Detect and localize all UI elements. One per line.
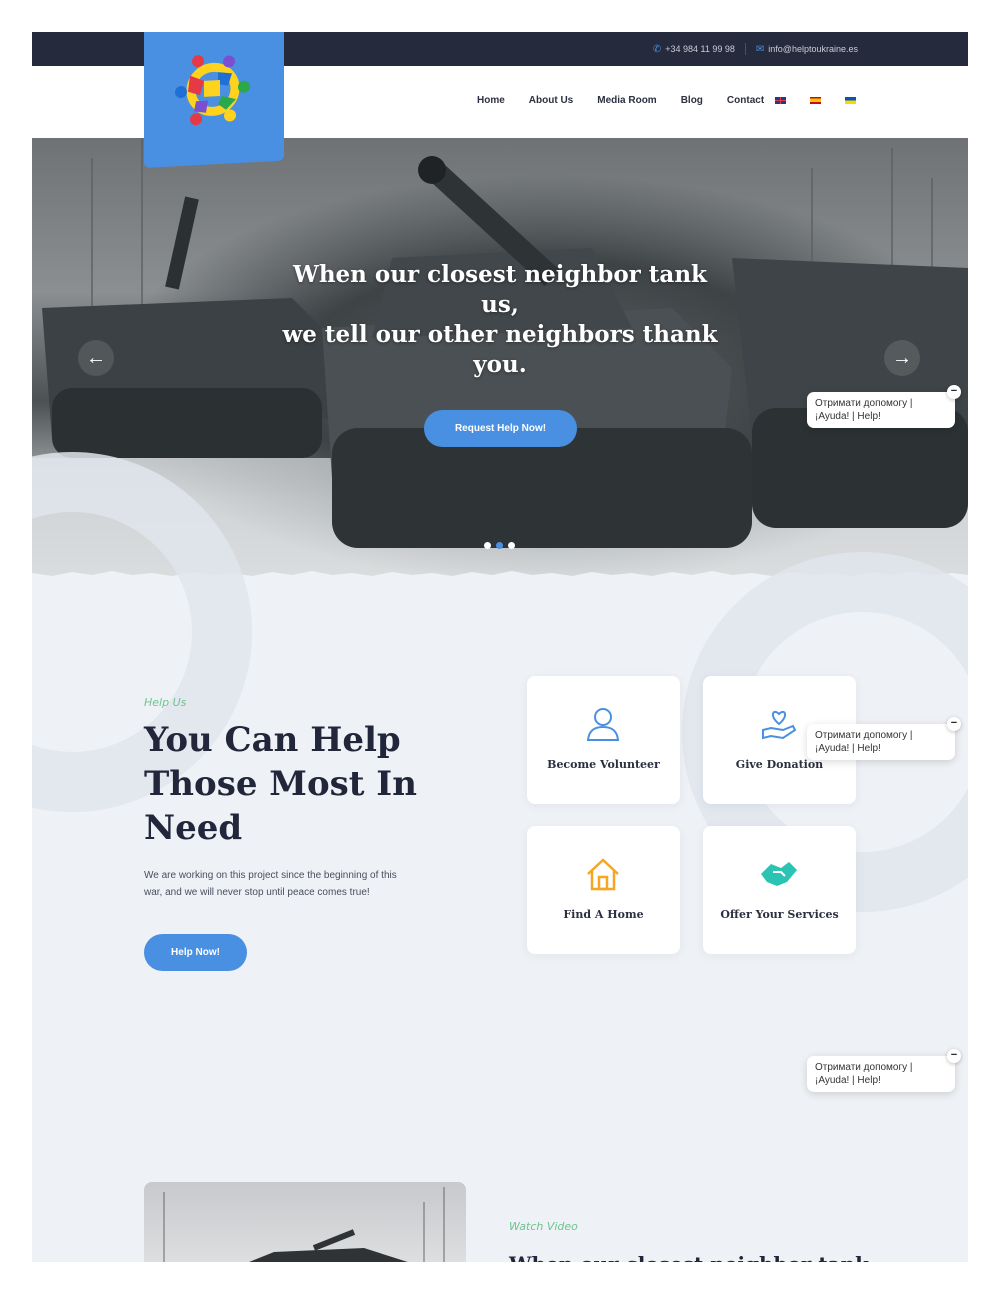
help-chat-widget[interactable]: Отримати допомогу | ¡Ayuda! | Help! −	[807, 385, 961, 428]
flag-ua-icon[interactable]	[845, 97, 856, 104]
handshake-icon	[761, 862, 797, 886]
card-offer-your-services[interactable]: Offer Your Services	[703, 826, 856, 954]
card-find-a-home[interactable]: Find A Home	[527, 826, 680, 954]
video-thumbnail[interactable]	[144, 1182, 466, 1262]
nav-menu: Home About Us Media Room Blog Contact	[477, 95, 764, 106]
divider	[744, 43, 746, 55]
chat-close-icon[interactable]: −	[947, 717, 961, 731]
video-eyebrow: Watch Video	[509, 1220, 578, 1233]
request-help-button[interactable]: Request Help Now!	[424, 410, 577, 447]
help-eyebrow: Help Us	[144, 696, 187, 709]
phone-link[interactable]: +34 984 11 99 98	[665, 44, 735, 54]
logo-people-icon	[175, 55, 250, 126]
card-label: Become Volunteer	[547, 758, 660, 771]
help-chat-widget[interactable]: Отримати допомогу | ¡Ayuda! | Help! −	[807, 1049, 961, 1092]
site-logo[interactable]	[144, 32, 284, 169]
chat-close-icon[interactable]: −	[947, 385, 961, 399]
hero-title-text: When our closest neighbor tank us, we te…	[282, 261, 718, 378]
nav-media-room[interactable]: Media Room	[597, 95, 656, 106]
slider-next-arrow-icon[interactable]: →	[884, 340, 920, 376]
help-now-button[interactable]: Help Now!	[144, 934, 247, 971]
phone-icon: ✆	[652, 43, 662, 55]
video-tank-image	[163, 1187, 445, 1262]
nav-about-us[interactable]: About Us	[529, 95, 573, 106]
user-icon	[586, 708, 620, 741]
language-switcher	[775, 97, 856, 104]
nav-blog[interactable]: Blog	[681, 95, 703, 106]
help-title: You Can Help Those Most In Need	[144, 720, 417, 848]
card-label: Offer Your Services	[720, 908, 839, 921]
flag-es-icon[interactable]	[810, 97, 821, 104]
slider-dot-3[interactable]	[508, 542, 515, 549]
email-link[interactable]: info@helptoukraine.es	[768, 44, 858, 54]
contact-info: ✆ +34 984 11 99 98 ✉ info@helptoukraine.…	[653, 43, 858, 55]
nav-home[interactable]: Home	[477, 95, 505, 106]
chat-widget-text: Отримати допомогу | ¡Ayuda! | Help!	[815, 398, 913, 422]
slider-dots	[484, 542, 515, 549]
hero-title: When our closest neighbor tank us, we te…	[282, 260, 718, 380]
page-frame: ✆ +34 984 11 99 98 ✉ info@helptoukraine.…	[32, 32, 968, 1262]
help-description: We are working on this project since the…	[144, 870, 397, 898]
slider-dot-2[interactable]	[496, 542, 503, 549]
chat-widget-text: Отримати допомогу | ¡Ayuda! | Help!	[815, 1062, 913, 1086]
heart-hand-icon	[762, 710, 797, 740]
video-heading: When our closest neighbor tank	[509, 1252, 869, 1262]
card-label: Find A Home	[563, 908, 644, 921]
nav-contact[interactable]: Contact	[727, 95, 764, 106]
slider-prev-arrow-icon[interactable]: ←	[78, 340, 114, 376]
home-icon	[587, 858, 619, 891]
flag-uk-icon[interactable]	[775, 97, 786, 104]
chat-close-icon[interactable]: −	[947, 1049, 961, 1063]
card-become-volunteer[interactable]: Become Volunteer	[527, 676, 680, 804]
chat-widget-text: Отримати допомогу | ¡Ayuda! | Help!	[815, 730, 913, 754]
slider-dot-1[interactable]	[484, 542, 491, 549]
help-chat-widget[interactable]: Отримати допомогу | ¡Ayuda! | Help! −	[807, 717, 961, 760]
email-icon: ✉	[755, 43, 765, 55]
